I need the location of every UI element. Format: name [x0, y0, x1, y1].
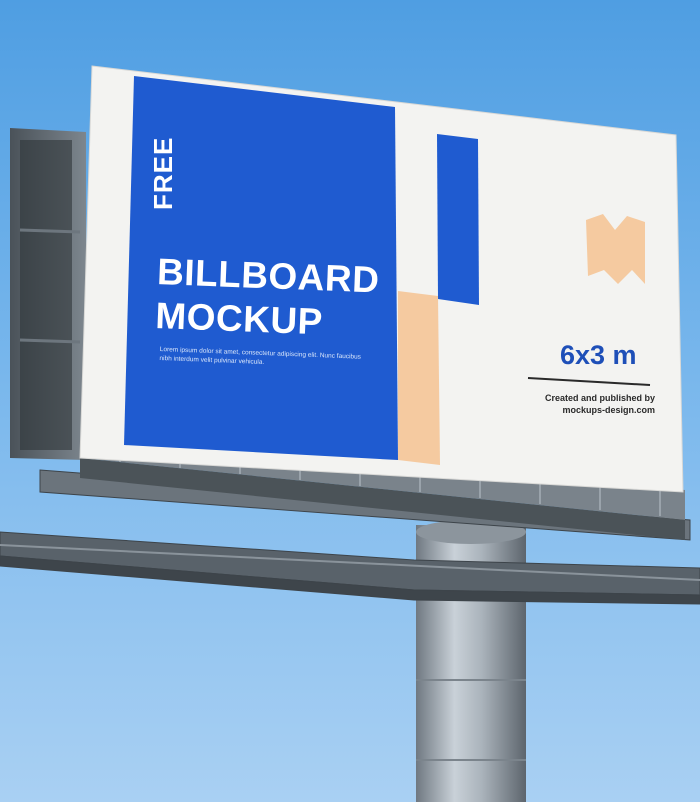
credit-line-1: Created and published by [544, 393, 655, 403]
billboard-scene: FREE BILLBOARD MOCKUP Lorem ipsum dolor … [0, 0, 700, 802]
credit-line-2: mockups-design.com [562, 405, 655, 415]
back-frame [10, 128, 86, 460]
credit-text: Created and published by mockups-design.… [530, 392, 655, 416]
free-label: FREE [148, 136, 178, 210]
billboard-title: BILLBOARD MOCKUP [155, 250, 381, 346]
size-label: 6x3 m [560, 340, 637, 370]
peach-strip [398, 291, 440, 465]
title-line-2: MOCKUP [154, 294, 324, 343]
blue-strip [437, 134, 479, 305]
